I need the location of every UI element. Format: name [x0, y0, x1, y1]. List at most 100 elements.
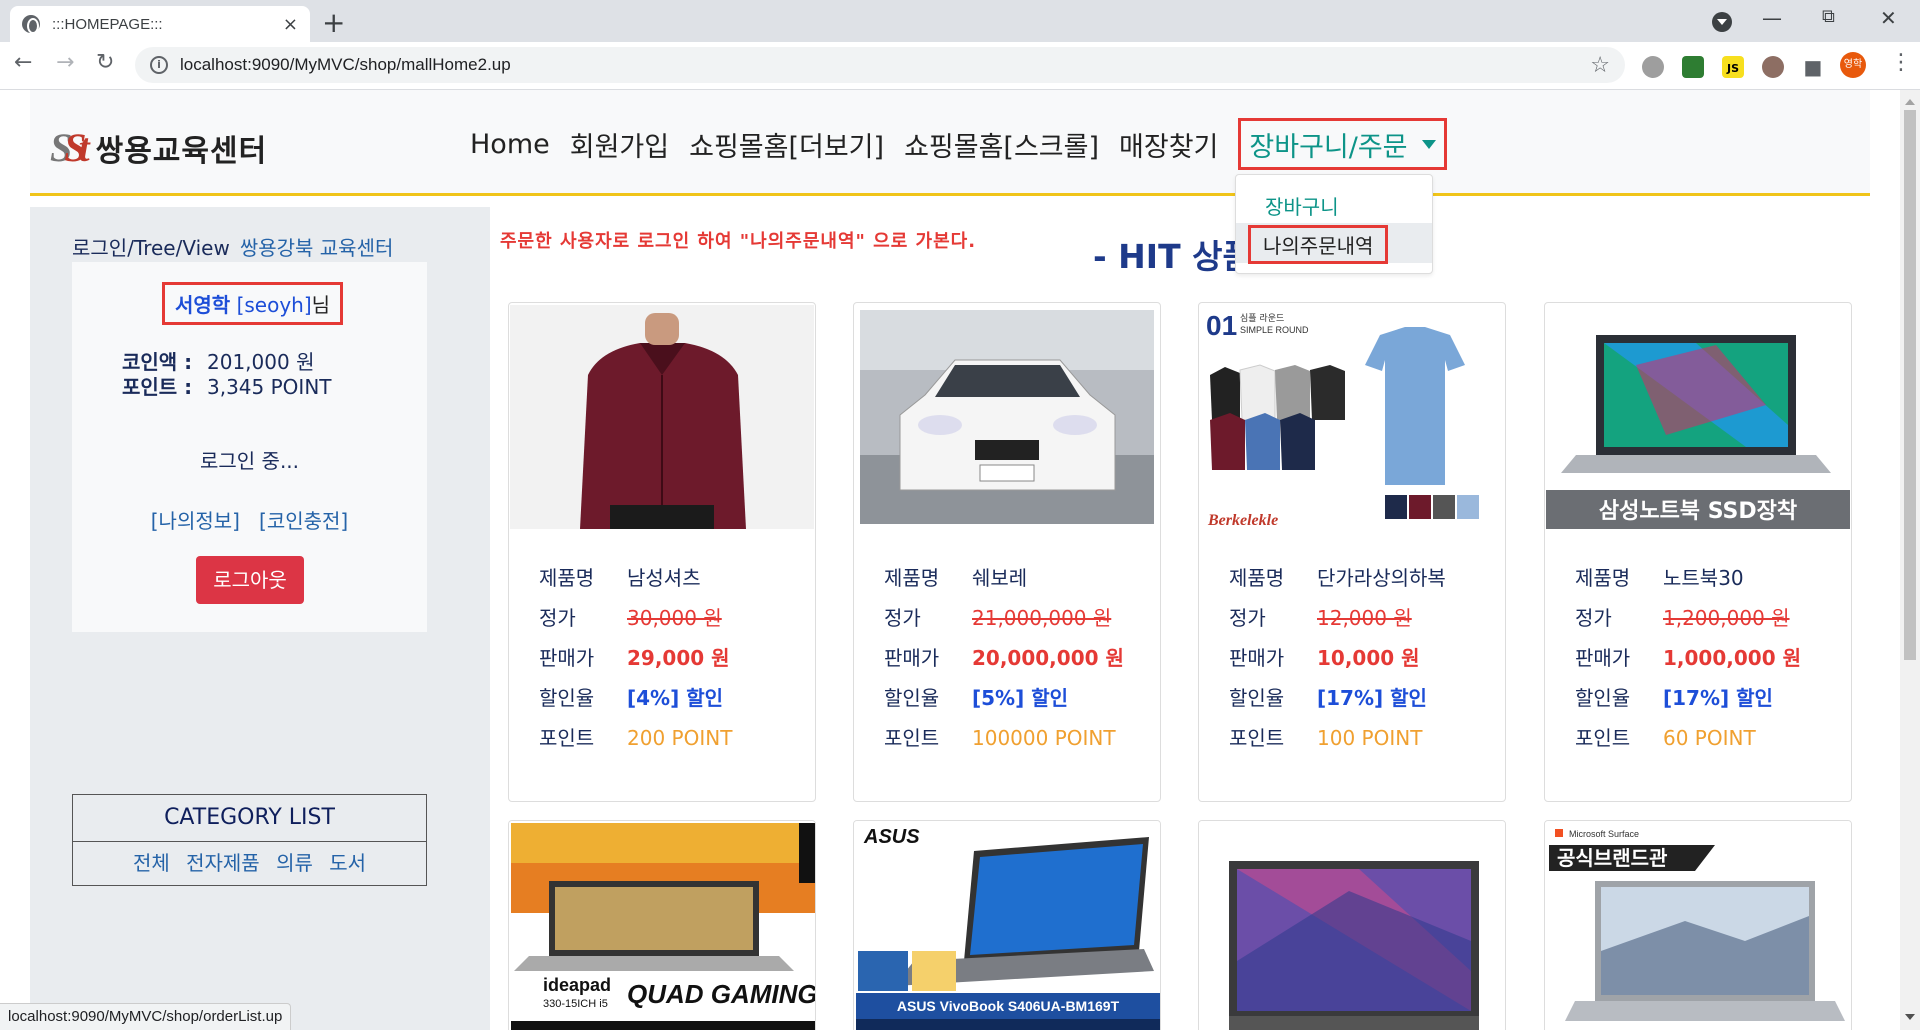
extension-icon[interactable] — [1642, 56, 1664, 78]
category-list: CATEGORY LIST 전체 전자제품 의류 도서 — [72, 794, 427, 886]
browser-toolbar: ← → ↻ i localhost:9090/MyMVC/shop/mallHo… — [0, 42, 1920, 90]
logo-text: 쌍용교육센터 — [95, 133, 268, 169]
label-discount: 할인율 — [1229, 686, 1285, 710]
product-image-tshirt[interactable]: 01 심플 라운드 SIMPLE ROUND Berkelekle — [1200, 305, 1504, 529]
product-image-laptop[interactable]: 삼성노트북 SSD장착 — [1546, 305, 1850, 529]
product-info: 제품명 단가라상의하복 정가 12,000 원 판매가 10,000 원 할인율 [17… — [1229, 558, 1446, 758]
product-name: 남성셔츠 — [627, 566, 701, 590]
scroll-thumb[interactable] — [1904, 110, 1916, 660]
product-card[interactable]: 01 심플 라운드 SIMPLE ROUND Berkelekle 제품명 단가라… — [1198, 302, 1506, 802]
label-point: 포인트 — [884, 726, 940, 750]
label-discount: 할인율 — [884, 686, 940, 710]
browser-menu-icon[interactable]: ⋮ — [1890, 50, 1912, 75]
my-info-coin-links[interactable]: [나의정보] [코인충전] — [72, 505, 427, 534]
user-suffix: 님 — [311, 293, 331, 317]
point-row: 포인트 : 3,345 POINT — [122, 371, 332, 400]
product-point: 100000 POINT — [972, 726, 1116, 750]
browser-tab[interactable]: :::HOMEPAGE::: × — [10, 6, 310, 42]
page-scrollbar[interactable] — [1900, 90, 1920, 1030]
sale-price: 20,000,000 원 — [972, 646, 1124, 670]
address-bar[interactable]: i localhost:9090/MyMVC/shop/mallHome2.up… — [135, 47, 1625, 83]
restore-icon[interactable]: ⧉ — [1822, 6, 1835, 27]
label-name: 제품명 — [1229, 566, 1285, 590]
label-list-price: 정가 — [884, 606, 921, 630]
bookmark-star-icon[interactable]: ☆ — [1590, 53, 1610, 78]
list-price: 1,200,000 원 — [1663, 606, 1790, 630]
svg-text:Berkelekle: Berkelekle — [1207, 512, 1278, 529]
discount-rate: [5%] 할인 — [972, 686, 1068, 710]
caret-down-icon — [1421, 140, 1436, 156]
hit-products-title: - HIT 상품 — [1093, 237, 1253, 276]
bug-extension-icon[interactable] — [1762, 56, 1784, 78]
extension-green-icon[interactable] — [1682, 56, 1704, 78]
label-sale-price: 판매가 — [1575, 646, 1631, 670]
svg-text:공식브랜드관: 공식브랜드관 — [1557, 846, 1668, 870]
product-image-macbook[interactable] — [1199, 821, 1506, 1030]
nav-signup[interactable]: 회원가입 — [570, 125, 669, 164]
product-card[interactable]: 제품명 쉐보레 정가 21,000,000 원 판매가 20,000,000 원 할인… — [853, 302, 1161, 802]
product-image-shirt[interactable] — [510, 305, 814, 529]
sidebar: 로그인/Tree/View 쌍용강북 교육센터 서영학 [seoyh]님 코인액 … — [30, 207, 490, 1030]
menu-item-cart[interactable]: 장바구니 — [1265, 191, 1339, 220]
menu-item-my-orders[interactable]: 나의주문내역 — [1248, 225, 1389, 264]
puzzle-icon[interactable]: ■ — [1802, 56, 1824, 78]
nav-home[interactable]: Home — [470, 129, 550, 160]
dropdown-label: 장바구니/주문 — [1249, 131, 1408, 163]
sidebar-tree-text: 로그인/Tree/View — [72, 236, 230, 260]
product-image-car[interactable] — [855, 305, 1159, 529]
svg-text:330-15ICH i5: 330-15ICH i5 — [543, 998, 608, 1010]
site-logo[interactable]: SSt 쌍용교육센터 — [50, 124, 267, 171]
svg-text:SIMPLE ROUND: SIMPLE ROUND — [1240, 325, 1309, 335]
product-card[interactable]: Microsoft Surface 공식브랜드관 — [1544, 820, 1852, 1030]
product-image-surface[interactable]: Microsoft Surface 공식브랜드관 — [1545, 821, 1852, 1030]
product-card[interactable] — [1198, 820, 1506, 1030]
label-sale-price: 판매가 — [539, 646, 595, 670]
product-card[interactable]: ASUS ASUS VivoBook S406UA-BM169T — [853, 820, 1161, 1030]
site-info-icon[interactable]: i — [150, 56, 168, 74]
forward-arrow-icon[interactable]: → — [56, 50, 74, 75]
product-image-lenovo[interactable]: ideapad 330-15ICH i5 QUAD GAMING — [509, 821, 816, 1030]
product-image-asus[interactable]: ASUS ASUS VivoBook S406UA-BM169T — [854, 821, 1161, 1030]
label-point: 포인트 — [1229, 726, 1285, 750]
label-discount: 할인율 — [1575, 686, 1631, 710]
minimize-icon[interactable]: — — [1762, 6, 1782, 30]
scroll-down-icon[interactable] — [1905, 1014, 1915, 1025]
product-card[interactable]: 삼성노트북 SSD장착 제품명 노트북30 정가 1,200,000 원 판매가 1,… — [1544, 302, 1852, 802]
browser-tabbar: :::HOMEPAGE::: × + — ⧉ ✕ — [0, 0, 1920, 42]
new-tab-button[interactable]: + — [322, 6, 345, 39]
product-point: 200 POINT — [627, 726, 733, 750]
user-greeting: 서영학 [seoyh]님 — [162, 282, 344, 325]
nav-cart-order-dropdown[interactable]: 장바구니/주문 — [1238, 118, 1447, 170]
nav-shop-scroll[interactable]: 쇼핑몰홈[스크롤] — [904, 125, 1099, 164]
profile-avatar[interactable]: 영학 — [1840, 52, 1866, 78]
scroll-up-icon[interactable] — [1905, 94, 1915, 105]
category-links[interactable]: 전체 전자제품 의류 도서 — [73, 842, 426, 884]
nav-shop-more[interactable]: 쇼핑몰홈[더보기] — [689, 125, 884, 164]
tab-title: :::HOMEPAGE::: — [52, 15, 163, 33]
tab-close-icon[interactable]: × — [283, 14, 298, 35]
discount-rate: [17%] 할인 — [1663, 686, 1773, 710]
login-info-box: 서영학 [seoyh]님 코인액 :201,000 원 포인트 :3,345 P… — [72, 262, 427, 632]
label-sale-price: 판매가 — [884, 646, 940, 670]
status-bar-url: localhost:9090/MyMVC/shop/orderList.up — [0, 1003, 292, 1030]
nav-store-finder[interactable]: 매장찾기 — [1119, 125, 1218, 164]
product-card[interactable]: 제품명 남성셔츠 정가 30,000 원 판매가 29,000 원 할인율 [4%] 할… — [508, 302, 816, 802]
back-arrow-icon[interactable]: ← — [14, 50, 32, 75]
logout-button[interactable]: 로그아웃 — [196, 556, 304, 604]
url-text[interactable]: localhost:9090/MyMVC/shop/mallHome2.up — [180, 55, 1590, 75]
cart-order-menu: 장바구니 나의주문내역 — [1235, 174, 1433, 274]
reload-icon[interactable]: ↻ — [96, 50, 114, 75]
svg-text:Microsoft Surface: Microsoft Surface — [1569, 829, 1639, 839]
login-status: 로그인 중... — [199, 449, 300, 473]
window-close-icon[interactable]: ✕ — [1880, 6, 1897, 30]
logo-mark: SSt — [50, 125, 90, 170]
user-id: [seoyh] — [236, 293, 312, 317]
label-point: 포인트 — [539, 726, 595, 750]
tab-search-icon[interactable] — [1712, 12, 1732, 32]
js-extension-icon[interactable]: JS — [1722, 56, 1744, 78]
sidebar-center-link[interactable]: 쌍용강북 교육센터 — [240, 236, 394, 260]
user-name: 서영학 — [175, 293, 231, 317]
product-card[interactable]: ideapad 330-15ICH i5 QUAD GAMING — [508, 820, 816, 1030]
sale-price: 10,000 원 — [1317, 646, 1420, 670]
discount-rate: [4%] 할인 — [627, 686, 723, 710]
